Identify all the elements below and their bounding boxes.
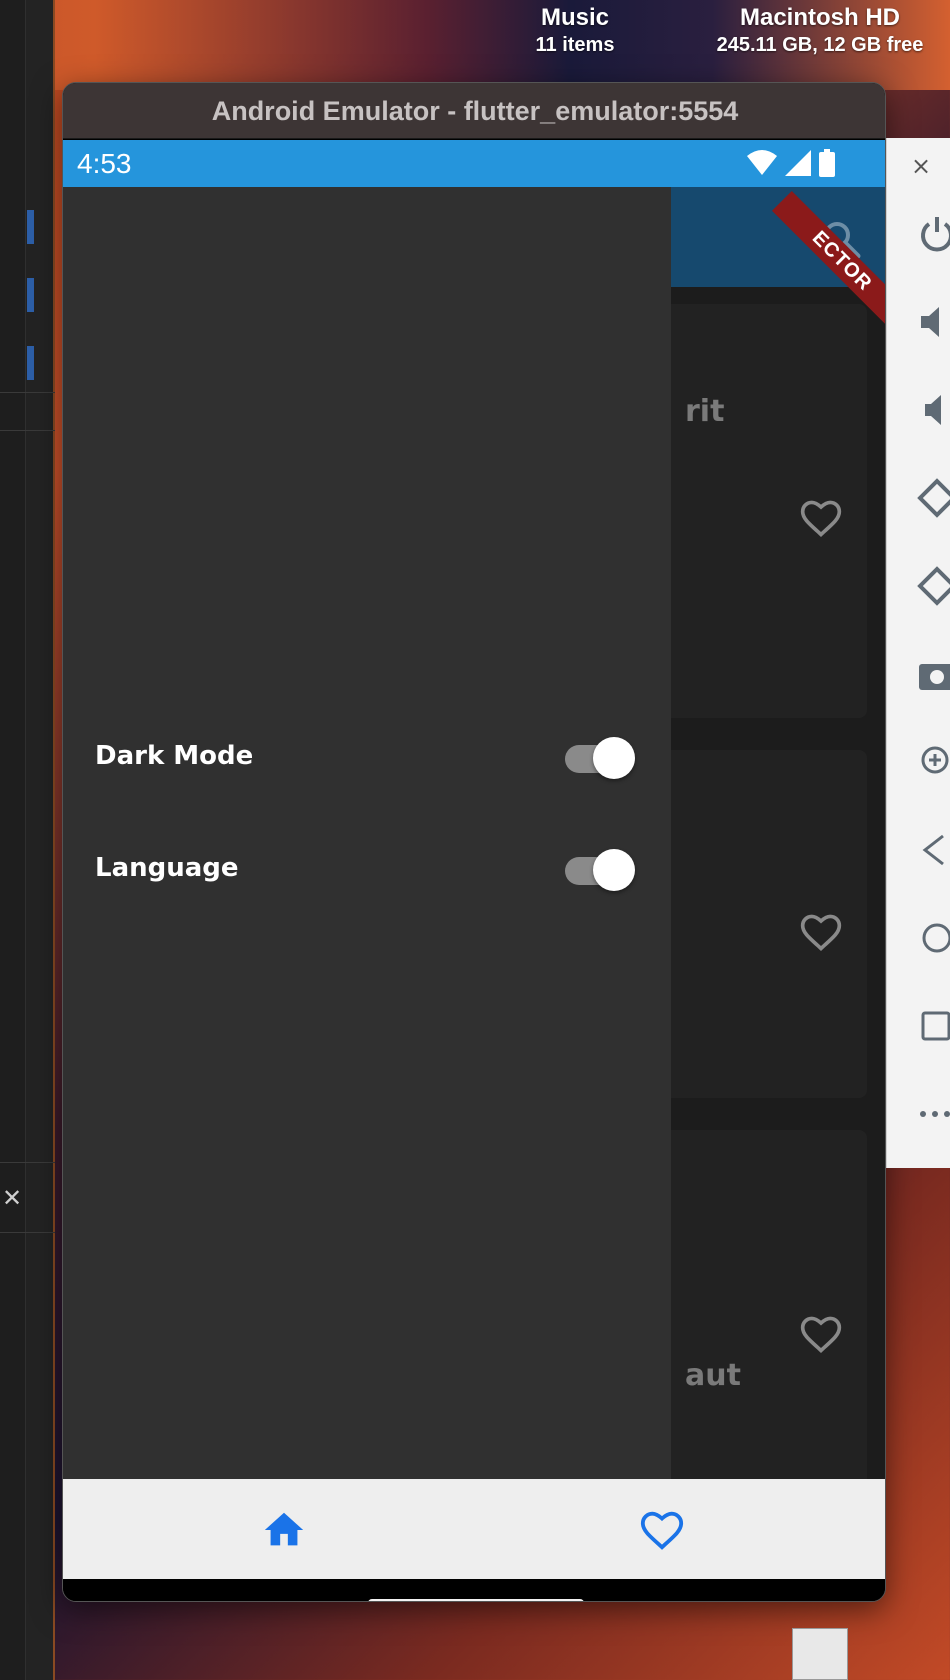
close-icon[interactable]: ✕: [2, 1186, 22, 1210]
card-title: aut: [685, 1358, 741, 1393]
camera-icon[interactable]: [917, 654, 950, 694]
emulator-toolbar: ×: [886, 138, 950, 1168]
toggle-thumb: [593, 849, 635, 891]
setting-label: Dark Mode: [95, 741, 254, 771]
desktop-icon-sublabel: 245.11 GB, 12 GB free: [716, 34, 924, 56]
wifi-icon: [747, 150, 777, 175]
signal-icon: [785, 150, 811, 176]
favorite-outline-icon[interactable]: [637, 1507, 687, 1553]
left-panel-divider: [0, 392, 55, 393]
status-bar: 4:53: [63, 140, 885, 187]
dark-mode-toggle[interactable]: [561, 737, 635, 779]
language-toggle[interactable]: [561, 849, 635, 891]
left-panel-marker: [27, 278, 34, 312]
volume-down-icon[interactable]: [917, 390, 950, 430]
power-icon[interactable]: [917, 214, 950, 254]
left-panel-divider: [0, 430, 55, 431]
setting-dark-mode: Dark Mode: [95, 727, 635, 787]
rotate-right-icon[interactable]: [917, 566, 950, 606]
desktop-icon-label: Music: [540, 4, 609, 31]
device-screen: 4:53 ECTOR rit aut Dark Mode Language: [63, 140, 885, 1536]
favorite-outline-icon[interactable]: [799, 496, 843, 540]
zoom-icon[interactable]: [917, 742, 950, 782]
left-ide-panel: ✕: [0, 0, 55, 1680]
desktop-icon-music[interactable]: Music 11 items: [510, 4, 640, 57]
setting-language: Language: [95, 839, 635, 899]
status-icons: [747, 148, 835, 178]
desktop-icon-sublabel: 11 items: [535, 34, 615, 56]
left-panel-marker: [27, 346, 34, 380]
home-icon[interactable]: [259, 1507, 309, 1553]
desktop-file-thumbnail[interactable]: [792, 1628, 848, 1680]
gesture-handle[interactable]: [368, 1599, 584, 1601]
left-panel-divider: [0, 1162, 55, 1163]
favorite-outline-icon[interactable]: [799, 910, 843, 954]
battery-icon: [819, 149, 835, 177]
back-icon[interactable]: [917, 830, 950, 870]
left-panel-divider: [0, 1232, 55, 1233]
left-panel-strip: [25, 0, 53, 1680]
desktop-icon-macintosh-hd[interactable]: Macintosh HD 245.11 GB, 12 GB free: [700, 4, 940, 57]
card-title: rit: [685, 394, 725, 429]
navigation-drawer: Dark Mode Language: [63, 187, 671, 1536]
rotate-left-icon[interactable]: [917, 478, 950, 518]
desktop-icon-label: Macintosh HD: [739, 4, 900, 31]
window-title[interactable]: Android Emulator - flutter_emulator:5554: [63, 83, 885, 139]
gesture-bar: [63, 1579, 885, 1601]
bottom-navigation: [63, 1479, 885, 1579]
home-circle-icon[interactable]: [917, 918, 950, 958]
emulator-window: Android Emulator - flutter_emulator:5554…: [62, 82, 886, 1602]
status-time: 4:53: [77, 148, 132, 179]
more-icon[interactable]: [917, 1094, 950, 1134]
close-icon[interactable]: ×: [911, 152, 931, 180]
favorite-outline-icon[interactable]: [799, 1312, 843, 1356]
overview-icon[interactable]: [917, 1006, 950, 1046]
left-panel-marker: [27, 210, 34, 244]
setting-label: Language: [95, 853, 239, 883]
toggle-thumb: [593, 737, 635, 779]
volume-up-icon[interactable]: [917, 302, 950, 342]
